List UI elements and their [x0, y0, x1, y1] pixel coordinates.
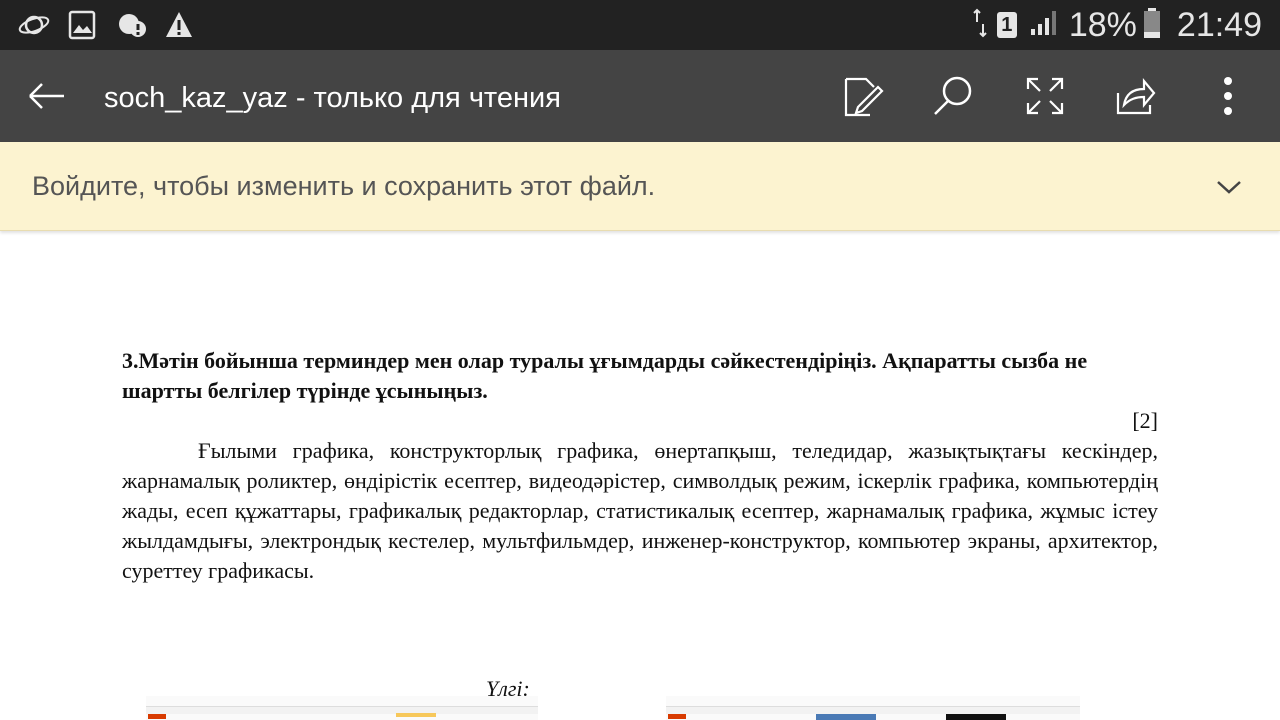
score-mark: [2]: [1132, 408, 1158, 433]
warning-icon: [164, 9, 194, 46]
more-icon[interactable]: [1206, 73, 1252, 119]
document-page: 3.Мәтін бойынша терминдер мен олар турал…: [122, 346, 1158, 586]
sim-badge: 1: [996, 12, 1017, 38]
embedded-screenshot-right: [666, 696, 1080, 720]
embedded-screenshot-left: [146, 696, 538, 720]
search-icon[interactable]: [930, 73, 976, 119]
task-paragraph: Ғылыми графика, конструкторлық графика, …: [122, 438, 1158, 583]
cloud-alert-icon: [116, 9, 148, 46]
banner-message: Войдите, чтобы изменить и сохранить этот…: [32, 171, 656, 201]
task-heading: 3.Мәтін бойынша терминдер мен олар турал…: [122, 348, 1088, 403]
battery-icon: [1143, 7, 1161, 44]
signal-icon: [1029, 9, 1059, 42]
planet-icon: [18, 9, 50, 46]
status-bar: 1 18% 21:49: [0, 0, 1280, 50]
share-icon[interactable]: [1112, 73, 1158, 119]
back-arrow-icon[interactable]: [24, 73, 70, 119]
chevron-down-icon[interactable]: [1214, 172, 1244, 202]
sign-in-banner[interactable]: Войдите, чтобы изменить и сохранить этот…: [0, 142, 1280, 231]
edit-icon[interactable]: [840, 73, 886, 119]
battery-percent: 18%: [1068, 5, 1137, 44]
clock: 21:49: [1176, 5, 1262, 44]
document-title: soch_kaz_yaz - только для чтения: [104, 82, 561, 114]
data-arrows-icon: [973, 8, 987, 43]
fullscreen-icon[interactable]: [1022, 73, 1068, 119]
gallery-icon: [68, 9, 96, 46]
app-bar: soch_kaz_yaz - только для чтения: [0, 50, 1280, 142]
